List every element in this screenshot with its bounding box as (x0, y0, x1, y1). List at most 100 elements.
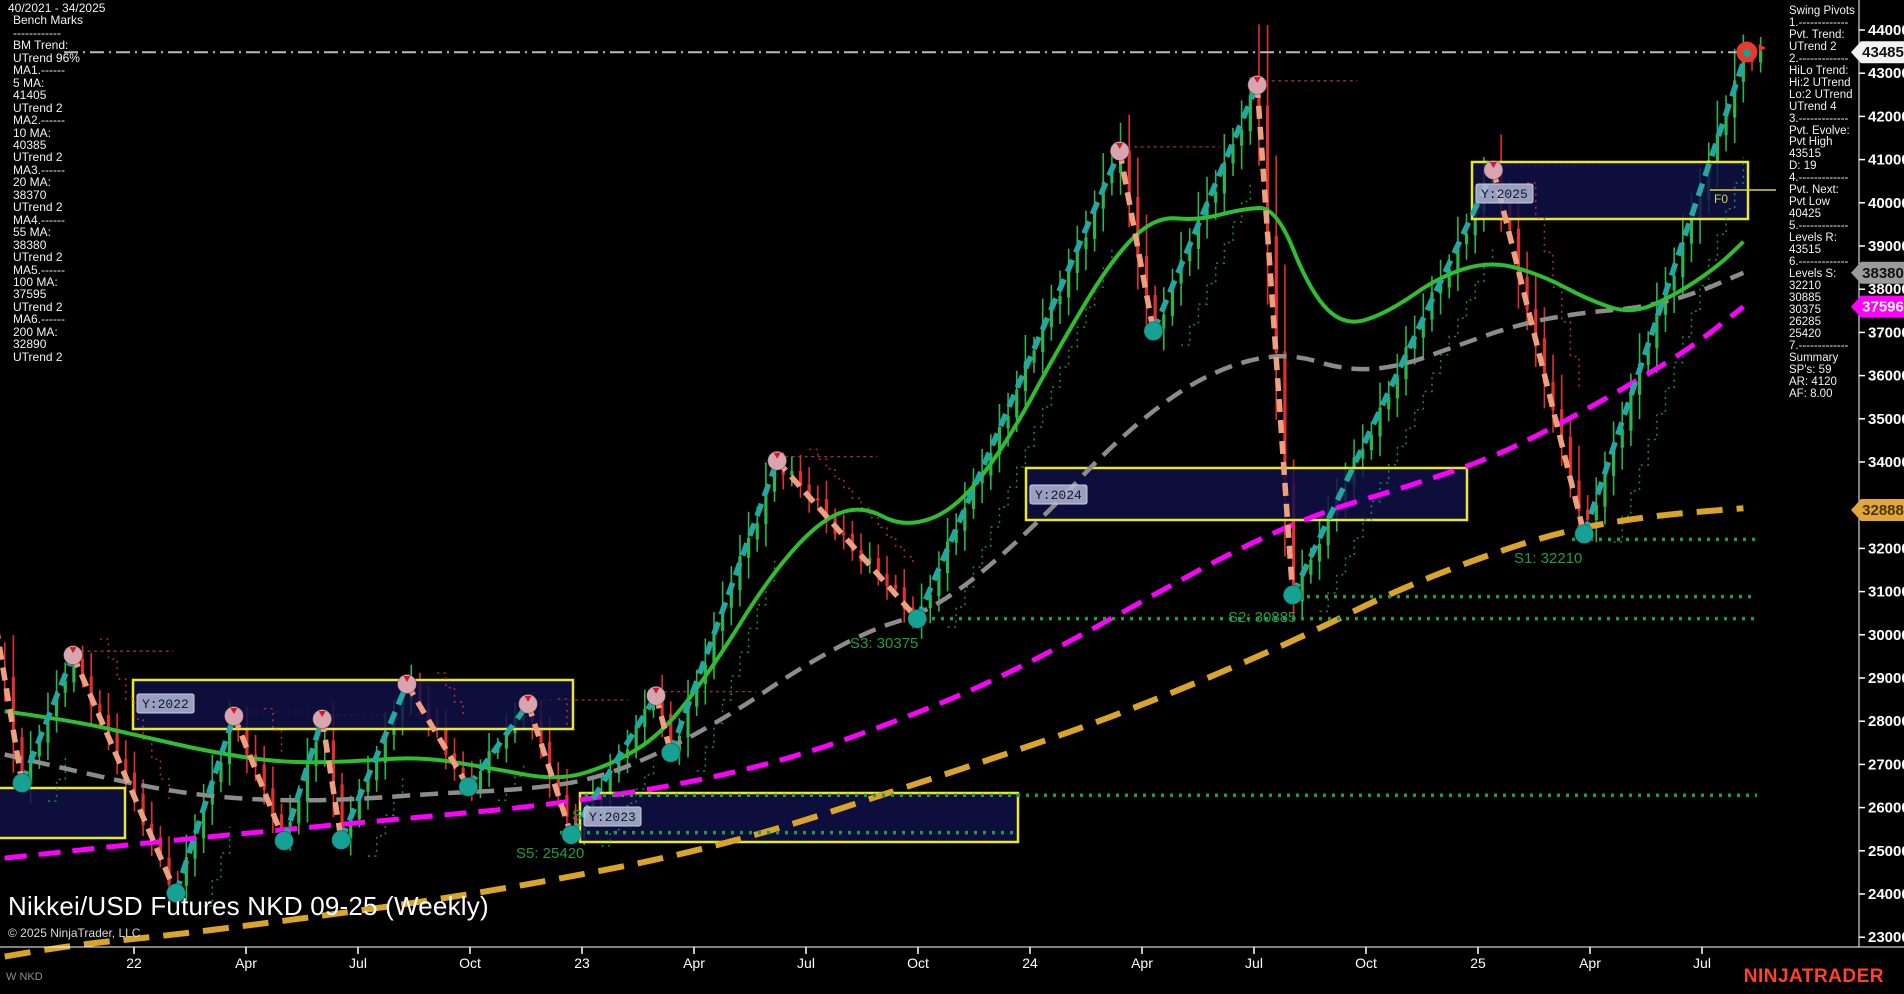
benchmarks-line: MA6.------ (13, 312, 65, 327)
price-axis-label: 30000 (1868, 627, 1904, 644)
price-axis-label: 43000 (1868, 65, 1904, 82)
price-axis-label: 29000 (1868, 670, 1904, 687)
pivot-low-marker (12, 772, 32, 793)
swing-pivots-line: SP's: 59 (1789, 363, 1832, 376)
time-axis-label: Apr (1579, 955, 1601, 971)
time-axis-label: Jul (349, 955, 367, 971)
benchmarks-line: UTrend 2 (13, 349, 63, 364)
support-level-label: S1: 32210 (1514, 550, 1582, 567)
swing-pivots-line: AF: 8.00 (1789, 387, 1833, 400)
price-axis-label: 24000 (1868, 886, 1904, 903)
swing-pivots-line: 3.------------- (1789, 112, 1849, 125)
price-axis-label: 31000 (1868, 584, 1904, 601)
pivot-low-marker (907, 608, 928, 629)
title-block: Nikkei/USD Futures NKD 09-25 (Weekly) © … (8, 891, 489, 940)
swing-pivots-line: 26285 (1789, 315, 1821, 328)
swing-pivots-line: UTrend 4 (1789, 100, 1837, 113)
pivot-low-marker (561, 824, 582, 845)
benchmarks-line: 32890 (13, 337, 47, 352)
price-axis-label: 32000 (1868, 540, 1904, 557)
price-axis-label: 40000 (1868, 195, 1904, 212)
candles-layer (3, 24, 1763, 904)
price-axis-label: 41000 (1868, 152, 1904, 169)
benchmarks-line: MA2.------ (13, 113, 65, 128)
benchmarks-line: 55 MA: (13, 225, 52, 240)
price-axis-label: 25000 (1868, 843, 1904, 860)
pivot-low-marker (1574, 524, 1595, 545)
price-axis-label: 23000 (1868, 929, 1904, 946)
year-chip-label: Y:2025 (1481, 187, 1528, 202)
support-level-label: S5: 25420 (516, 845, 584, 862)
benchmarks-line: BM Trend: (13, 38, 69, 53)
copyright-text: © 2025 NinjaTrader, LLC (8, 926, 141, 940)
pivot-low-marker (1143, 321, 1164, 342)
price-axis-label: 34000 (1868, 454, 1904, 471)
benchmarks-line: MA1.------ (13, 63, 65, 78)
time-axis-label: Apr (683, 955, 705, 971)
benchmarks-line: UTrend 2 (13, 200, 63, 215)
instrument-tab[interactable]: W NKD (6, 971, 43, 983)
benchmarks-panel: 40/2021 - 34/2025 Bench Marks ------------… (8, 2, 105, 364)
chart-title: Nikkei/USD Futures NKD 09-25 (Weekly) (8, 891, 489, 921)
time-axis-label: Apr (1131, 955, 1153, 971)
year-chip-label: Y:2024 (1035, 488, 1082, 503)
support-level-label: S3: 30375 (850, 635, 918, 652)
time-axis-label: 23 (574, 955, 590, 971)
swing-pivots-line: HiLo Trend: (1789, 64, 1849, 77)
price-axis-label: 28000 (1868, 713, 1904, 730)
swing-pivots-line: 30375 (1789, 303, 1821, 316)
ninjatrader-chart-window: S1: 32210S2: 30885S3: 30375S4: 26285S5: … (0, 0, 1904, 994)
time-axis-label: Oct (907, 955, 929, 971)
benchmarks-line: 37595 (13, 287, 47, 302)
price-tag-value: 32888 (1862, 502, 1904, 519)
swing-pivots-line: 25420 (1789, 327, 1821, 340)
year-chip-label: Y:2023 (589, 810, 636, 825)
swing-pivots-line: Hi:2 UTrend (1789, 76, 1851, 89)
price-chart-canvas[interactable]: S1: 32210S2: 30885S3: 30375S4: 26285S5: … (0, 0, 1904, 994)
benchmarks-line: 41405 (13, 88, 47, 103)
time-axis-label: Jul (1693, 955, 1711, 971)
pivot-low-marker (458, 776, 479, 797)
f0-label: F0 (1714, 192, 1728, 206)
price-axis-label: 39000 (1868, 238, 1904, 255)
pivot-low-marker (660, 742, 681, 763)
time-axis-label: Oct (459, 955, 481, 971)
price-axis-label: 37000 (1868, 324, 1904, 341)
price-axis-label: 42000 (1868, 108, 1904, 125)
price-tag-value: 37596 (1862, 299, 1904, 316)
time-axis-label: Jul (797, 955, 815, 971)
year-box[interactable] (1024, 466, 1469, 522)
time-axis-label: 22 (126, 955, 142, 971)
time-axis-label: 24 (1022, 955, 1038, 971)
year-box[interactable] (578, 791, 1020, 844)
benchmarks-line: 20 MA: (13, 175, 52, 190)
swing-pivots-line: Lo:2 UTrend (1789, 88, 1853, 101)
time-axis-label: Apr (235, 955, 257, 971)
price-axis-label: 44000 (1868, 22, 1904, 39)
price-tag-value: 38380 (1862, 265, 1904, 282)
time-axis-label: Jul (1245, 955, 1263, 971)
swing-pivots-line: Summary (1789, 351, 1839, 364)
year-chip-label: Y:2022 (142, 697, 189, 712)
swing-pivots-panel: Swing Pivots 1.------------- Pvt. Trend: UT… (1789, 5, 1855, 400)
swing-pivots-line: 7.------------- (1789, 339, 1849, 352)
price-axis-label: 27000 (1868, 756, 1904, 773)
moving-averages (4, 206, 1745, 960)
benchmarks-line: UTrend 2 (13, 250, 63, 265)
time-axis-label: Oct (1355, 955, 1377, 971)
pivot-low-marker (274, 830, 295, 851)
swing-pivots-line: AR: 4120 (1789, 375, 1837, 388)
ma-line-200ma (4, 505, 1744, 960)
price-axis-label: 26000 (1868, 800, 1904, 817)
year-box[interactable] (131, 678, 575, 731)
time-axis-label: 25 (1470, 955, 1486, 971)
swing-pivots-line: 2.------------- (1789, 52, 1849, 65)
pivot-low-marker (331, 830, 352, 850)
price-tag-value: 43485 (1862, 44, 1904, 61)
time-axis[interactable]: 22 Apr Jul Oct 23 Apr Jul Oct 24 Apr Jul Oct 25 Apr Ju… (126, 947, 1711, 971)
ninjatrader-logo: NINJATRADER (1743, 966, 1884, 987)
price-axis-label: 36000 (1868, 368, 1904, 385)
price-axis-label: 35000 (1868, 411, 1904, 428)
year-box[interactable] (0, 786, 127, 840)
pivot-low-marker (1282, 585, 1303, 606)
